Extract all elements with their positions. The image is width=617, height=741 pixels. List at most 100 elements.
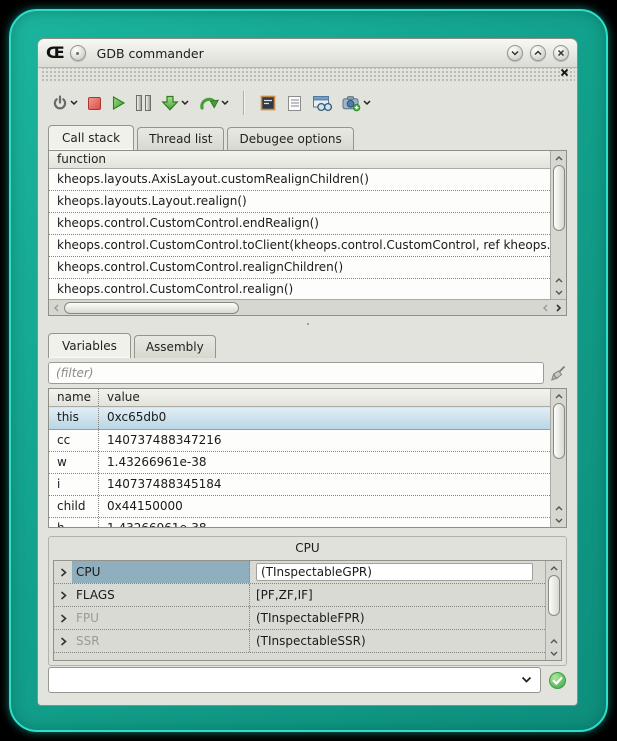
chevron-right-icon — [60, 568, 67, 577]
scroll-right-button[interactable] — [552, 300, 566, 315]
power-button[interactable] — [50, 93, 80, 113]
table-row[interactable]: cc 140737488347216 — [49, 430, 550, 452]
table-row[interactable]: CPU — [54, 561, 545, 584]
callstack-table: function kheops.layouts.AxisLayout.custo… — [48, 150, 567, 316]
step-over-button[interactable] — [197, 93, 231, 113]
column-header-value[interactable]: value — [99, 389, 148, 406]
scroll-up-button[interactable] — [546, 634, 561, 647]
snapshot-button[interactable] — [340, 93, 373, 114]
output-button[interactable] — [285, 93, 304, 114]
close-icon — [557, 49, 565, 57]
filter-input[interactable] — [48, 362, 544, 384]
scrollbar-thumb[interactable] — [553, 165, 565, 231]
chevron-right-icon — [60, 637, 67, 646]
scroll-down-button[interactable] — [551, 514, 566, 527]
step-over-icon — [199, 95, 219, 111]
chevron-up-icon — [550, 638, 558, 644]
step-into-button[interactable] — [159, 93, 191, 113]
scroll-up-button[interactable] — [551, 151, 566, 164]
chevron-down-icon — [70, 100, 78, 106]
stop-icon — [88, 97, 101, 110]
pause-button[interactable] — [134, 93, 153, 113]
tab-thread-list[interactable]: Thread list — [137, 127, 224, 150]
command-input[interactable] — [49, 673, 513, 687]
submit-command-button[interactable] — [548, 671, 567, 690]
close-button[interactable] — [553, 45, 569, 61]
chevron-down-icon — [555, 518, 563, 524]
column-header-function[interactable]: function — [49, 151, 114, 168]
tab-variables[interactable]: Variables — [48, 333, 131, 358]
chevron-down-icon — [521, 676, 532, 684]
close-icon — [560, 68, 569, 77]
chevron-down-icon — [511, 49, 519, 57]
table-row[interactable]: h 1.43266961e-38 — [49, 518, 550, 527]
scroll-down-button[interactable] — [546, 647, 561, 660]
cpu-vertical-scrollbar[interactable] — [545, 561, 561, 660]
scroll-down-button[interactable] — [551, 286, 566, 299]
chevron-up-icon — [555, 277, 563, 283]
dock-close-button[interactable] — [560, 68, 569, 77]
tab-call-stack[interactable]: Call stack — [48, 125, 134, 150]
callstack-tabbar: Call stack Thread list Debugee options — [38, 124, 577, 150]
callstack-rows: kheops.layouts.AxisLayout.customRealignC… — [49, 169, 550, 299]
maximize-button[interactable] — [530, 45, 546, 61]
callstack-horizontal-scrollbar[interactable] — [49, 299, 566, 315]
table-row[interactable]: FLAGS [PF,ZF,IF] — [54, 584, 545, 607]
combo-dropdown-button[interactable] — [513, 676, 540, 684]
scroll-up-button[interactable] — [551, 501, 566, 514]
table-row[interactable]: kheops.control.CustomControl.toClient(kh… — [49, 235, 550, 257]
cpu-groupbox-title: CPU — [49, 537, 566, 560]
table-row[interactable]: w 1.43266961e-38 — [49, 452, 550, 474]
scroll-up-button[interactable] — [551, 389, 566, 402]
chevron-right-icon — [60, 591, 67, 600]
scrollbar-thumb[interactable] — [548, 575, 560, 616]
chevron-up-icon — [550, 565, 558, 571]
table-row[interactable]: kheops.control.CustomControl.realignChil… — [49, 257, 550, 279]
scroll-up-button[interactable] — [551, 273, 566, 286]
splitter-handle[interactable] — [38, 316, 577, 332]
column-header-name[interactable]: name — [49, 389, 99, 406]
scrollbar-thumb[interactable] — [64, 302, 239, 314]
scroll-left-button[interactable] — [538, 300, 552, 315]
app-frame: Œ GDB commander — [9, 9, 608, 732]
snapshot-icon — [342, 95, 361, 112]
table-row[interactable]: this 0xc65db0 — [49, 407, 550, 430]
minimize-button[interactable] — [507, 45, 523, 61]
window-title: GDB commander — [97, 46, 204, 61]
variables-vertical-scrollbar[interactable] — [550, 389, 566, 527]
table-row[interactable]: kheops.layouts.AxisLayout.customRealignC… — [49, 169, 550, 191]
expand-button[interactable] — [54, 568, 72, 577]
scroll-left-button[interactable] — [49, 300, 63, 315]
table-row[interactable]: i 140737488345184 — [49, 474, 550, 496]
tab-debugee-options[interactable]: Debugee options — [227, 127, 353, 150]
pin-icon — [76, 52, 79, 55]
stop-button[interactable] — [86, 95, 103, 112]
run-button[interactable] — [109, 93, 128, 113]
toolbar-separator — [243, 91, 245, 115]
expand-button[interactable] — [54, 591, 72, 600]
chevron-left-icon — [53, 304, 59, 312]
table-row[interactable]: child 0x44150000 — [49, 496, 550, 518]
cpu-view-button[interactable] — [257, 92, 279, 114]
expand-button[interactable] — [54, 614, 72, 623]
cpu-register-table: CPU FLAGS [PF,ZF,IF] FPU (TInspectableFP… — [53, 560, 562, 661]
table-row[interactable]: FPU (TInspectableFPR) — [54, 607, 545, 630]
table-row[interactable]: kheops.layouts.Layout.realign() — [49, 191, 550, 213]
register-value-input[interactable] — [256, 563, 533, 581]
titlebar[interactable]: Œ GDB commander — [38, 39, 577, 68]
table-row[interactable]: kheops.control.CustomControl.endRealign(… — [49, 213, 550, 235]
callstack-vertical-scrollbar[interactable] — [550, 151, 566, 299]
clear-filter-button[interactable] — [549, 364, 567, 383]
table-row[interactable]: SSR (TInspectableSSR) — [54, 630, 545, 653]
command-combobox[interactable] — [48, 667, 541, 693]
power-icon — [52, 95, 68, 111]
watch-button[interactable] — [310, 93, 334, 114]
table-row[interactable]: kheops.control.CustomControl.realign() — [49, 279, 550, 299]
dock-handle[interactable] — [40, 68, 575, 82]
expand-button[interactable] — [54, 637, 72, 646]
cpu-view-icon — [259, 94, 277, 112]
scroll-up-button[interactable] — [546, 561, 561, 574]
tab-assembly[interactable]: Assembly — [134, 335, 216, 358]
pin-button[interactable] — [70, 45, 86, 61]
scrollbar-thumb[interactable] — [553, 403, 565, 459]
